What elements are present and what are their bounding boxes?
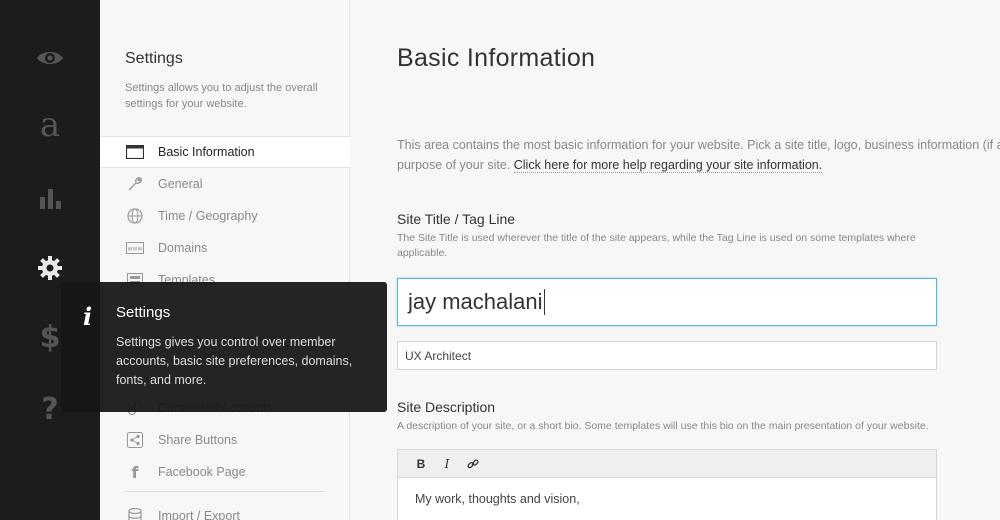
- nav-item-label: Domains: [158, 241, 208, 255]
- bold-button[interactable]: B: [408, 453, 434, 475]
- editor-toolbar: B I: [398, 450, 936, 478]
- www-icon: www: [125, 239, 145, 257]
- svg-text:www: www: [128, 246, 143, 253]
- nav-item-facebook-page[interactable]: f Facebook Page: [100, 456, 350, 488]
- site-title-input[interactable]: jay machalani: [397, 278, 937, 326]
- panel-title: Settings: [125, 50, 183, 67]
- database-icon: [125, 507, 145, 520]
- nav-item-basic-information[interactable]: Basic Information: [100, 136, 350, 168]
- help-link[interactable]: Click here for more help regarding your …: [513, 158, 823, 173]
- nav-item-label: General: [158, 177, 203, 191]
- settings-panel: Settings Settings allows you to adjust t…: [100, 0, 350, 520]
- bar-chart-icon[interactable]: [30, 178, 70, 218]
- site-description-heading: Site Description: [397, 399, 496, 415]
- info-icon: i: [83, 302, 93, 331]
- site-title-heading: Site Title / Tag Line: [397, 211, 516, 227]
- nav-divider: [125, 491, 325, 492]
- nav-item-label: Time / Geography: [158, 209, 258, 223]
- typography-a-icon[interactable]: a: [30, 105, 70, 145]
- app-rail: a $ ?: [0, 0, 100, 520]
- nav-item-label: Share Buttons: [158, 433, 238, 447]
- eye-icon[interactable]: [30, 38, 70, 78]
- share-icon: [125, 431, 145, 449]
- nav-item-label: Basic Information: [158, 145, 255, 159]
- settings-tooltip: i Settings Settings gives you control ov…: [61, 282, 387, 412]
- link-icon: [467, 458, 479, 468]
- site-title-description: The Site Title is used wherever the titl…: [397, 232, 916, 259]
- globe-icon: [125, 207, 145, 225]
- nav-item-general[interactable]: General: [100, 168, 350, 200]
- tooltip-body: Settings gives you control over member a…: [116, 335, 353, 387]
- browser-window-icon: [125, 143, 145, 161]
- intro-text: This area contains the most basic inform…: [397, 138, 1000, 173]
- nav-item-import-export[interactable]: Import / Export: [100, 500, 350, 520]
- main-content: Basic Information This area contains the…: [350, 0, 1000, 520]
- nav-item-label: Facebook Page: [158, 465, 246, 479]
- tagline-input[interactable]: UX Architect: [397, 341, 937, 370]
- editor-body[interactable]: My work, thoughts and vision,: [398, 478, 936, 520]
- wrench-icon: [125, 175, 145, 193]
- tooltip-title: Settings: [116, 304, 171, 321]
- text-caret: [543, 289, 545, 315]
- page-title: Basic Information: [397, 44, 596, 72]
- nav-item-domains[interactable]: www Domains: [100, 232, 350, 264]
- nav-item-time-geography[interactable]: Time / Geography: [100, 200, 350, 232]
- link-button[interactable]: [460, 453, 486, 475]
- description-editor[interactable]: B I My work, thoughts and vision,: [397, 449, 937, 520]
- panel-description: Settings allows you to adjust the overal…: [125, 82, 318, 110]
- italic-button[interactable]: I: [434, 453, 460, 475]
- site-description-description: A description of your site, or a short b…: [397, 420, 929, 432]
- facebook-icon: f: [131, 462, 139, 482]
- nav-item-label: Import / Export: [158, 509, 240, 520]
- nav-item-share-buttons[interactable]: Share Buttons: [100, 424, 350, 456]
